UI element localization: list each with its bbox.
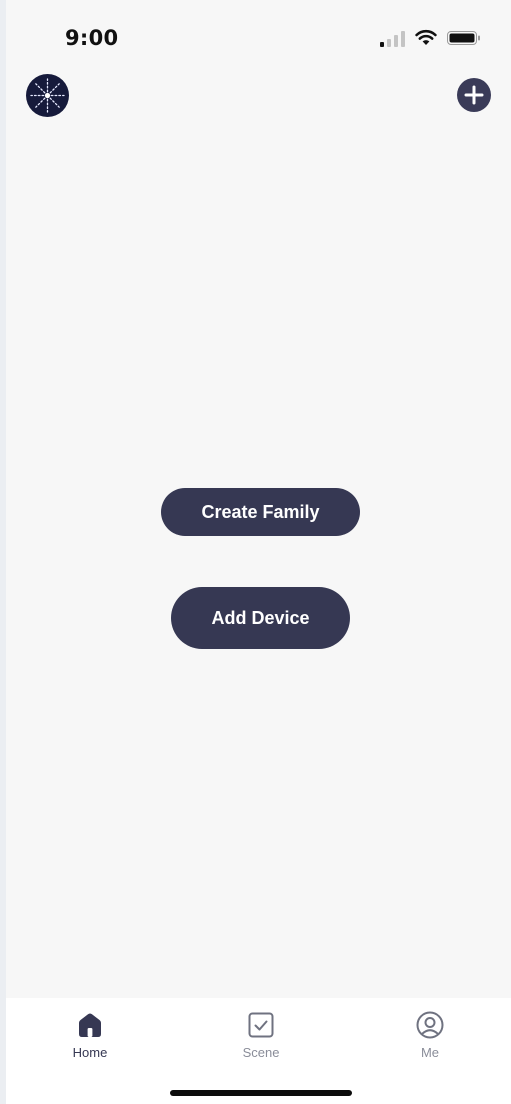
status-time: 9:00 [65, 26, 119, 50]
battery-icon [447, 31, 480, 45]
add-button[interactable] [457, 78, 491, 112]
tab-home[interactable]: Home [40, 998, 140, 1078]
plus-circle-icon [464, 85, 484, 105]
user-circle-icon [416, 1011, 444, 1039]
create-family-button[interactable]: Create Family [161, 488, 360, 536]
home-icon [79, 1013, 101, 1037]
cellular-signal-icon [380, 31, 405, 47]
app-screen: 9:00 Create Family Add Device Home Scene… [6, 0, 511, 1104]
add-device-button[interactable]: Add Device [171, 587, 350, 649]
scene-checkbox-icon [248, 1012, 274, 1038]
status-bar: 9:00 [6, 0, 511, 60]
home-indicator[interactable] [170, 1090, 352, 1096]
tab-bar: Home Scene Me [6, 998, 511, 1104]
tab-me-label: Me [420, 1045, 440, 1060]
tab-home-label: Home [72, 1045, 108, 1060]
tab-scene-label: Scene [242, 1045, 280, 1060]
family-avatar-icon[interactable] [26, 74, 69, 117]
tab-me[interactable]: Me [380, 998, 480, 1078]
wifi-icon [415, 29, 437, 45]
tab-scene[interactable]: Scene [211, 998, 311, 1078]
